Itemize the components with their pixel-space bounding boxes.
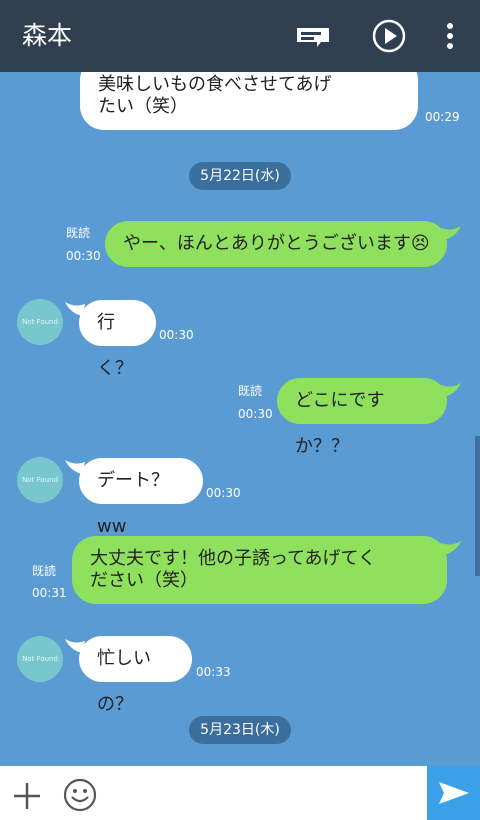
message-time: 00:30 xyxy=(238,407,273,421)
message-bubble-incoming[interactable]: 行く？ xyxy=(79,300,156,379)
more-vert-icon[interactable] xyxy=(430,16,470,56)
notes-icon[interactable] xyxy=(293,16,333,56)
send-icon xyxy=(439,782,469,804)
message-bubble-incoming[interactable]: 美味しいもの食べさせてあげ たい（笑） xyxy=(80,72,418,130)
emoji-icon[interactable] xyxy=(62,777,98,813)
chat-header: 森本 xyxy=(0,0,480,72)
input-bar xyxy=(0,766,480,820)
plus-icon[interactable] xyxy=(10,779,44,813)
message-list[interactable]: 美味しいもの食べさせてあげ たい（笑） 00:29 5月22日(水) 既読 00… xyxy=(0,72,480,766)
chat-title: 森本 xyxy=(22,21,73,50)
message-bubble-incoming[interactable]: デート？ww xyxy=(79,458,203,537)
date-separator: 5月23日(木) xyxy=(189,716,291,744)
message-time: 00:29 xyxy=(425,110,460,124)
message-time: 00:30 xyxy=(159,328,194,342)
avatar[interactable]: Not Found xyxy=(17,457,63,503)
send-button[interactable] xyxy=(427,766,480,820)
message-bubble-incoming[interactable]: 忙しいの？ xyxy=(79,636,192,715)
message-time: 00:30 xyxy=(66,249,101,263)
play-circle-icon[interactable] xyxy=(369,16,409,56)
message-bubble-outgoing[interactable]: やー、ほんとありがとうございます😣 xyxy=(105,221,447,267)
read-receipt: 既読 xyxy=(66,226,91,240)
bubble-tail xyxy=(441,226,461,240)
message-bubble-outgoing[interactable]: どこにですか？？ xyxy=(277,378,447,457)
bubble-tail xyxy=(441,541,461,555)
message-bubble-outgoing[interactable]: 大丈夫です！他の子誘ってあげてく ださい（笑） xyxy=(72,536,447,604)
date-separator: 5月22日(水) xyxy=(189,162,291,190)
message-time: 00:30 xyxy=(206,486,241,500)
message-time: 00:31 xyxy=(32,586,67,600)
read-receipt: 既読 xyxy=(238,384,263,398)
bubble-tail xyxy=(441,383,461,397)
avatar[interactable]: Not Found xyxy=(17,299,63,345)
scrollbar[interactable] xyxy=(475,436,480,576)
message-time: 00:33 xyxy=(196,665,231,679)
avatar[interactable]: Not Found xyxy=(17,636,63,682)
read-receipt: 既読 xyxy=(32,564,57,578)
